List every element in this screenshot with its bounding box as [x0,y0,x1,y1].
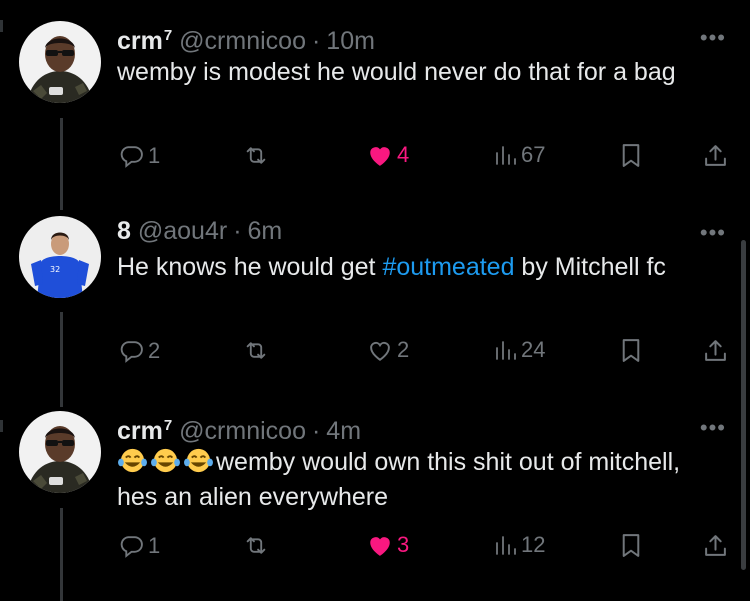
separator-dot: · [311,27,321,55]
avatar[interactable] [19,411,101,493]
jersey-number: 32 [50,265,60,274]
bookmark-button[interactable] [620,338,642,363]
heart-icon [370,537,390,556]
user-handle[interactable]: @crmnicoo [179,27,306,55]
share-icon [705,535,726,556]
avatar[interactable] [19,21,101,103]
display-name[interactable]: crm7 [117,27,172,55]
reply-button[interactable]: 1 [119,533,160,558]
tweet-header: 8 @aou4r · 6m [117,216,282,246]
reply-button[interactable]: 2 [119,338,160,363]
timestamp[interactable]: 4m [326,417,361,445]
action-bar: 2 2 24 [117,338,737,368]
separator-dot: · [311,417,321,445]
tweet-header: crm7 @crmnicoo · 10m [117,21,375,56]
tweet[interactable]: crm7 @crmnicoo · 10m ••• wemby is modest h… [0,21,750,196]
reply-icon [120,341,143,363]
views-icon [496,341,516,360]
share-button[interactable] [703,338,728,363]
tweet-text: wemby would own this shit out of mitchel… [117,448,681,511]
more-icon[interactable]: ••• [700,222,726,244]
retweet-icon [246,342,266,359]
user-handle[interactable]: @crmnicoo [179,417,306,445]
share-icon [705,145,726,166]
reply-icon [120,146,143,168]
reply-icon [120,536,143,558]
heart-icon [370,147,390,166]
view-count: 24 [521,337,546,362]
retweet-button[interactable] [243,143,273,168]
heart-icon [370,341,390,361]
tweet[interactable]: crm7 @crmnicoo · 4m ••• wemby would own th… [0,411,750,586]
like-count: 2 [397,337,410,362]
bookmark-icon [622,534,640,557]
timestamp[interactable]: 10m [326,27,375,55]
share-button[interactable] [703,143,728,168]
share-button[interactable] [703,533,728,558]
views-button[interactable]: 12 [493,533,545,557]
like-button[interactable]: 3 [367,533,409,557]
laughing-emoji [150,448,183,476]
more-icon[interactable]: ••• [700,417,726,439]
reply-count: 2 [148,337,161,363]
reply-count: 1 [148,532,161,558]
view-count: 12 [521,532,546,557]
display-name[interactable]: crm7 [117,417,172,445]
views-button[interactable]: 24 [493,338,545,362]
tweet-text: wemby is modest he would never do that f… [117,58,676,86]
hashtag-link[interactable]: #outmeated [382,253,514,281]
bookmark-button[interactable] [620,143,642,168]
reply-count: 1 [148,142,161,168]
tweet-text: He knows he would get #outmeated by Mitc… [117,253,666,281]
share-icon [705,340,726,361]
action-bar: 1 4 67 [117,143,737,173]
bookmark-button[interactable] [620,533,642,558]
laughing-emoji [117,448,150,476]
bookmark-icon [622,339,640,362]
views-icon [496,536,516,555]
views-button[interactable]: 67 [493,143,545,167]
tweet[interactable]: 32 8 @aou4r · 6m ••• He knows he would get… [0,216,750,391]
retweet-button[interactable] [243,338,273,363]
user-handle[interactable]: @aou4r [138,217,227,245]
like-button[interactable]: 4 [367,143,409,167]
display-name[interactable]: 8 [117,217,131,245]
retweet-icon [246,537,266,554]
reply-button[interactable]: 1 [119,143,160,168]
like-count: 3 [397,532,410,557]
more-icon[interactable]: ••• [700,27,726,49]
retweet-icon [246,147,266,164]
views-icon [496,146,516,165]
tweet-header: crm7 @crmnicoo · 4m [117,411,361,446]
avatar[interactable]: 32 [19,216,101,298]
like-button[interactable]: 2 [367,338,409,362]
timestamp[interactable]: 6m [248,217,283,245]
bookmark-icon [622,144,640,167]
separator-dot: · [233,217,242,245]
like-count: 4 [397,142,410,167]
view-count: 67 [521,142,546,167]
action-bar: 1 3 12 [117,533,737,563]
retweet-button[interactable] [243,533,273,558]
laughing-emoji [183,448,216,476]
